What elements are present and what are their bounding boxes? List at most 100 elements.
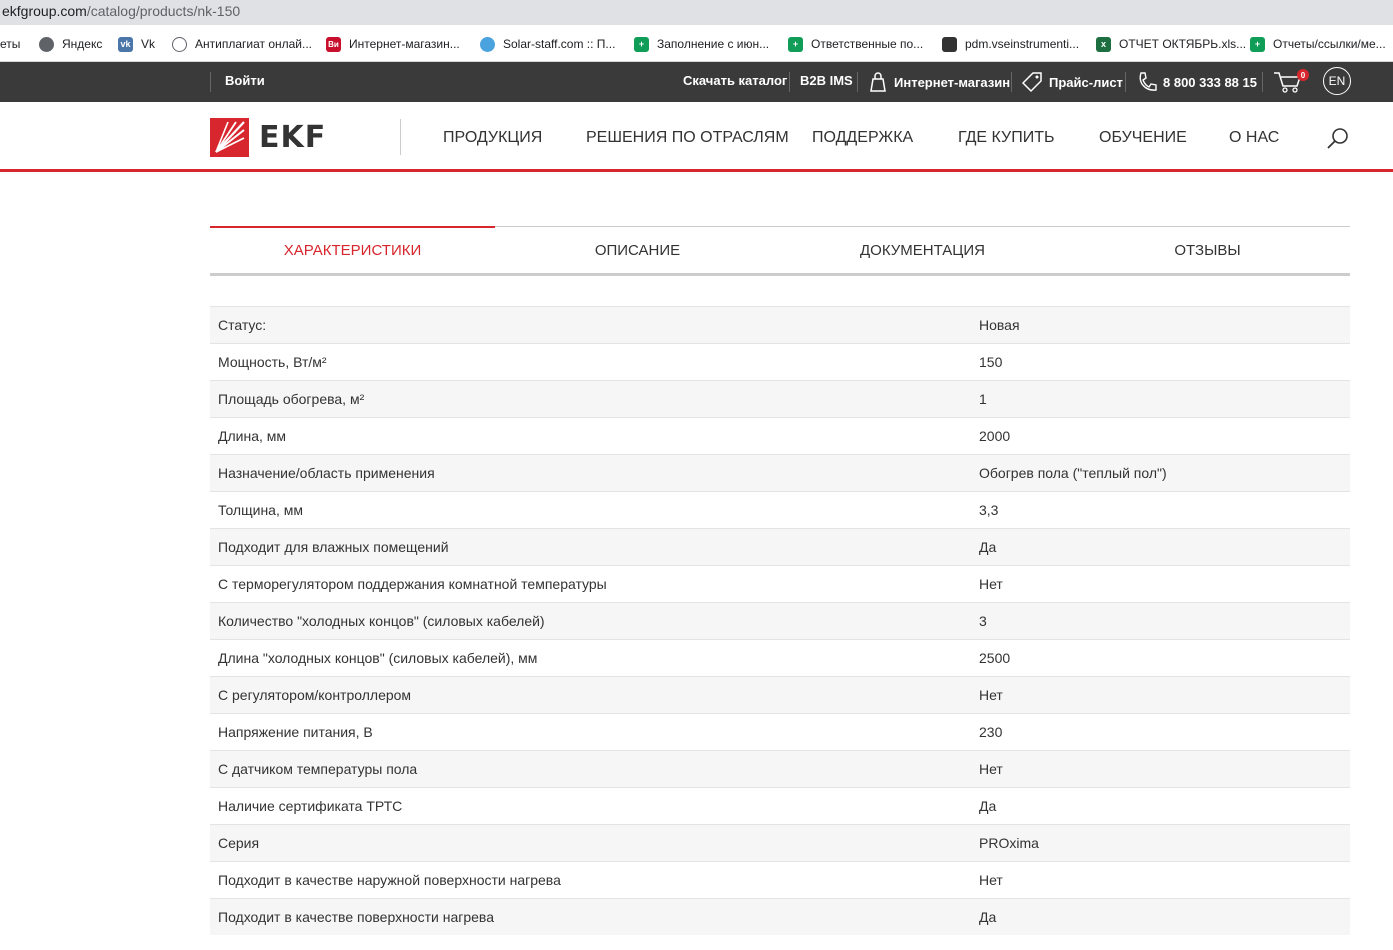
bookmark-item[interactable]: + Ответственные по... xyxy=(788,35,923,53)
bookmark-item[interactable]: Яндекс xyxy=(39,35,102,53)
spec-name: Подходит для влажных помещений xyxy=(218,539,449,555)
table-row: Статус: Новая xyxy=(210,306,1350,343)
spec-name: Напряжение питания, В xyxy=(218,724,373,740)
search-icon[interactable] xyxy=(1326,126,1350,155)
divider xyxy=(789,72,790,92)
spec-value: Да xyxy=(979,798,997,814)
table-row: Подходит в качестве поверхности нагрева Д… xyxy=(210,898,1350,935)
url-text[interactable]: ekfgroup.com/catalog/products/nk-150 xyxy=(2,3,240,19)
spec-value: 2500 xyxy=(979,650,1011,666)
bookmark-item[interactable]: еты xyxy=(0,35,20,53)
ekf-logo[interactable]: EKF xyxy=(210,118,326,157)
download-catalog-link[interactable]: Скачать каталог xyxy=(683,73,787,88)
spec-name: Количество "холодных концов" (силовых ка… xyxy=(218,613,545,629)
spec-value: 1 xyxy=(979,391,987,407)
spec-name: С терморегулятором поддержания комнатной… xyxy=(218,576,607,592)
phone-icon xyxy=(1139,72,1157,91)
spec-name: Назначение/область применения xyxy=(218,465,435,481)
table-row: Площадь обогрева, м² 1 xyxy=(210,380,1350,417)
online-shop-link[interactable]: Интернет-магазин xyxy=(868,71,1010,93)
ekf-logo-mark-icon xyxy=(210,118,249,157)
table-row: Длина, мм 2000 xyxy=(210,417,1350,454)
spec-value: Нет xyxy=(979,687,1003,703)
spec-value: Нет xyxy=(979,576,1003,592)
bookmark-item[interactable]: + Заполнение с июн... xyxy=(634,35,769,53)
price-list-link[interactable]: Прайс-лист xyxy=(1021,71,1123,93)
spec-value: Новая xyxy=(979,317,1020,333)
spec-name: Длина, мм xyxy=(218,428,287,444)
spec-name: Площадь обогрева, м² xyxy=(218,391,365,407)
spec-value: 3,3 xyxy=(979,502,999,518)
vi-icon: Ви xyxy=(326,36,341,52)
shop-bag-icon xyxy=(870,72,886,92)
phone-link[interactable]: 8 800 333 88 15 xyxy=(1137,71,1257,93)
spec-name: Наличие сертификата ТРТС xyxy=(218,798,403,814)
spec-value: Обогрев пола ("теплый пол") xyxy=(979,465,1167,481)
table-row: Мощность, Вт/м² 150 xyxy=(210,343,1350,380)
divider xyxy=(857,72,858,92)
divider xyxy=(1011,72,1012,92)
login-link[interactable]: Войти xyxy=(225,73,265,88)
spec-value: Да xyxy=(979,539,997,555)
vk-icon: vk xyxy=(118,36,133,52)
table-row: Наличие сертификата ТРТС Да xyxy=(210,787,1350,824)
spec-value: 2000 xyxy=(979,428,1011,444)
nav-item-where-to-buy[interactable]: ГДЕ КУПИТЬ xyxy=(958,129,1054,147)
nav-item-solutions[interactable]: РЕШЕНИЯ ПО ОТРАСЛЯМ xyxy=(586,129,789,147)
tab-characteristics[interactable]: ХАРАКТЕРИСТИКИ xyxy=(210,226,495,273)
spec-name: Статус: xyxy=(218,317,267,333)
bookmark-item[interactable]: Ви Интернет-магазин... xyxy=(326,35,460,53)
solar-icon xyxy=(480,36,495,52)
product-tabs: ХАРАКТЕРИСТИКИ ОПИСАНИЕ ДОКУМЕНТАЦИЯ ОТЗ… xyxy=(210,226,1350,276)
spec-value: 150 xyxy=(979,354,1003,370)
cart-count-badge: 0 xyxy=(1297,69,1309,81)
bookmark-item[interactable]: pdm.vseinstrumenti... xyxy=(942,35,1079,53)
nav-item-products[interactable]: ПРОДУКЦИЯ xyxy=(443,129,542,147)
table-row: Назначение/область применения Обогрев пол… xyxy=(210,454,1350,491)
table-row: Серия PROxima xyxy=(210,824,1350,861)
sheet-icon: + xyxy=(634,36,649,52)
table-row: С датчиком температуры пола Нет xyxy=(210,750,1350,787)
address-bar[interactable]: ekfgroup.com/catalog/products/nk-150 xyxy=(0,0,1393,25)
nav-item-about[interactable]: О НАС xyxy=(1229,129,1279,147)
spec-name: Подходит в качестве поверхности нагрева xyxy=(218,909,494,925)
bookmark-item[interactable]: vk Vk xyxy=(118,35,155,53)
b2b-ims-link[interactable]: B2B IMS xyxy=(800,73,853,88)
nav-item-support[interactable]: ПОДДЕРЖКА xyxy=(812,129,913,147)
language-switch-button[interactable]: EN xyxy=(1323,67,1351,95)
pdm-icon xyxy=(942,36,957,52)
tag-icon xyxy=(1021,72,1042,93)
table-row: Подходит для влажных помещений Да xyxy=(210,528,1350,565)
main-nav: EKF ПРОДУКЦИЯ РЕШЕНИЯ ПО ОТРАСЛЯМ ПОДДЕР… xyxy=(0,102,1393,172)
spec-name: Серия xyxy=(218,835,260,851)
spec-value: Да xyxy=(979,909,997,925)
table-row: Напряжение питания, В 230 xyxy=(210,713,1350,750)
spec-name: Мощность, Вт/м² xyxy=(218,354,327,370)
bookmarks-bar: еты Яндекс vk Vk Антиплагиат онлай... Ви И… xyxy=(0,25,1393,62)
tab-reviews[interactable]: ОТЗЫВЫ xyxy=(1065,227,1350,274)
nav-item-training[interactable]: ОБУЧЕНИЕ xyxy=(1099,129,1187,147)
spec-name: С регулятором/контроллером xyxy=(218,687,412,703)
bookmark-item[interactable]: Антиплагиат онлай... xyxy=(172,35,312,53)
divider xyxy=(210,72,211,92)
tab-description[interactable]: ОПИСАНИЕ xyxy=(495,227,780,274)
table-row: Длина "холодных концов" (силовых кабелей… xyxy=(210,639,1350,676)
divider xyxy=(1262,72,1263,92)
sheet-icon: + xyxy=(788,36,803,52)
table-row: Толщина, мм 3,3 xyxy=(210,491,1350,528)
eye-icon xyxy=(172,36,187,52)
divider xyxy=(1125,72,1126,92)
top-bar: Войти Скачать каталог B2B IMS Интернет-м… xyxy=(0,62,1393,102)
bookmark-item[interactable]: x ОТЧЕТ ОКТЯБРЬ.xls... xyxy=(1096,35,1246,53)
globe-icon xyxy=(39,36,54,52)
spec-value: 230 xyxy=(979,724,1003,740)
bookmark-item[interactable]: Solar-staff.com :: П... xyxy=(480,35,615,53)
specs-table: Статус: Новая Мощность, Вт/м² 150 Площадь об… xyxy=(210,306,1350,935)
excel-icon: x xyxy=(1096,36,1111,52)
spec-value: Нет xyxy=(979,761,1003,777)
spec-value: 3 xyxy=(979,613,987,629)
bookmark-item[interactable]: + Отчеты/ссылки/ме... xyxy=(1250,35,1386,53)
logo-text: EKF xyxy=(259,120,327,155)
divider xyxy=(400,119,401,155)
tab-documentation[interactable]: ДОКУМЕНТАЦИЯ xyxy=(780,227,1065,274)
